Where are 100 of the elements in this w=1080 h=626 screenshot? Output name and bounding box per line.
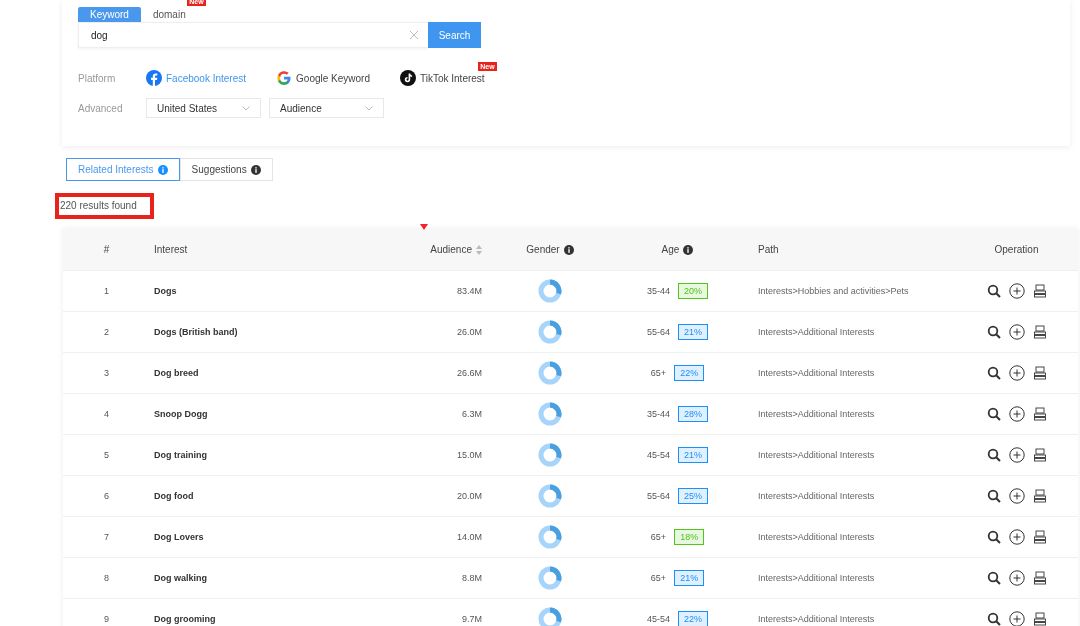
add-button[interactable] bbox=[1008, 283, 1025, 299]
age-range: 55-64 bbox=[646, 327, 670, 337]
search-button[interactable] bbox=[986, 448, 1001, 462]
ad-stack-icon bbox=[1032, 571, 1047, 585]
ad-preview-button[interactable] bbox=[1032, 284, 1047, 298]
search-icon bbox=[986, 284, 1001, 298]
search-field[interactable]: dog bbox=[78, 22, 428, 48]
gender-donut-icon bbox=[538, 402, 562, 426]
plus-circle-icon bbox=[1008, 406, 1025, 422]
age-range: 55-64 bbox=[646, 491, 670, 501]
result-tab[interactable]: Suggestions bbox=[179, 158, 273, 181]
add-button[interactable] bbox=[1008, 324, 1025, 340]
column-header: # bbox=[103, 244, 110, 255]
plus-circle-icon bbox=[1008, 488, 1025, 504]
ad-preview-button[interactable] bbox=[1032, 448, 1047, 462]
plus-circle-icon bbox=[1008, 570, 1025, 586]
dropdown[interactable]: United States bbox=[146, 98, 261, 118]
field-label: Advanced bbox=[78, 102, 124, 114]
add-button[interactable] bbox=[1008, 365, 1025, 381]
row-number: 5 bbox=[104, 450, 109, 460]
age-range: 45-54 bbox=[646, 614, 670, 624]
ad-stack-icon bbox=[1032, 407, 1047, 421]
interest-name: Dog grooming bbox=[154, 614, 216, 624]
search-button[interactable] bbox=[986, 366, 1001, 380]
column-header: Operation bbox=[994, 244, 1039, 255]
search-button[interactable] bbox=[986, 407, 1001, 421]
ad-preview-button[interactable] bbox=[1032, 612, 1047, 626]
ad-preview-button[interactable] bbox=[1032, 366, 1047, 380]
plus-circle-icon bbox=[1008, 324, 1025, 340]
dropdown[interactable]: Audience bbox=[269, 98, 384, 118]
search-icon bbox=[986, 571, 1001, 585]
search-button[interactable] bbox=[986, 612, 1001, 626]
audience-value: 15.0M bbox=[457, 450, 482, 460]
search-icon bbox=[986, 366, 1001, 380]
column-header: Age bbox=[661, 244, 680, 255]
search-button[interactable] bbox=[986, 571, 1001, 585]
add-button[interactable] bbox=[1008, 611, 1025, 626]
row-number: 8 bbox=[104, 573, 109, 583]
age-share-tag: 21% bbox=[678, 324, 708, 340]
search-button[interactable] bbox=[986, 325, 1001, 339]
chevron-down-icon bbox=[365, 105, 373, 111]
interest-path: Interests>Additional Interests bbox=[758, 327, 875, 337]
audience-value: 20.0M bbox=[457, 491, 482, 501]
add-button[interactable] bbox=[1008, 570, 1025, 586]
ad-stack-icon bbox=[1032, 325, 1047, 339]
interest-name: Dogs (British band) bbox=[154, 327, 238, 337]
age-share-tag: 21% bbox=[678, 447, 708, 463]
plus-circle-icon bbox=[1008, 365, 1025, 381]
ad-preview-button[interactable] bbox=[1032, 325, 1047, 339]
age-share-tag: 18% bbox=[674, 529, 705, 545]
search-button[interactable] bbox=[986, 489, 1001, 503]
ad-stack-icon bbox=[1032, 530, 1047, 544]
search-button[interactable] bbox=[986, 284, 1001, 298]
add-button[interactable] bbox=[1008, 529, 1025, 545]
ad-stack-icon bbox=[1032, 366, 1047, 380]
ad-preview-button[interactable] bbox=[1032, 407, 1047, 421]
add-button[interactable] bbox=[1008, 488, 1025, 504]
interest-path: Interests>Additional Interests bbox=[758, 614, 875, 624]
age-range: 35-44 bbox=[646, 409, 670, 419]
interest-name: Snoop Dogg bbox=[154, 409, 208, 419]
row-number: 3 bbox=[104, 368, 109, 378]
search-icon bbox=[986, 612, 1001, 626]
search-icon bbox=[986, 407, 1001, 421]
plus-circle-icon bbox=[1008, 283, 1025, 299]
audience-value: 14.0M bbox=[457, 532, 482, 542]
interest-name: Dog training bbox=[154, 450, 207, 460]
add-button[interactable] bbox=[1008, 406, 1025, 422]
search-icon bbox=[986, 489, 1001, 503]
facebook-logo-icon bbox=[146, 70, 162, 86]
age-range: 65+ bbox=[650, 573, 667, 583]
row-number: 4 bbox=[104, 409, 109, 419]
info-icon bbox=[683, 244, 694, 255]
sort-icon bbox=[476, 244, 482, 255]
platform-option[interactable]: TikTok Interest bbox=[400, 70, 485, 86]
clear-icon bbox=[410, 31, 418, 39]
row-number: 7 bbox=[104, 532, 109, 542]
platform-option[interactable]: Google Keyword bbox=[276, 70, 370, 86]
add-button[interactable] bbox=[1008, 447, 1025, 463]
interest-name: Dog food bbox=[154, 491, 194, 501]
ad-preview-button[interactable] bbox=[1032, 530, 1047, 544]
gender-donut-icon bbox=[538, 443, 562, 467]
interest-path: Interests>Hobbies and activities>Pets bbox=[758, 286, 909, 296]
gender-donut-icon bbox=[538, 525, 562, 549]
search-tab[interactable]: domain bbox=[140, 7, 198, 22]
ad-preview-button[interactable] bbox=[1032, 571, 1047, 585]
tiktok-logo-icon bbox=[400, 70, 416, 86]
ad-preview-button[interactable] bbox=[1032, 489, 1047, 503]
interest-name: Dog breed bbox=[154, 368, 199, 378]
ad-stack-icon bbox=[1032, 489, 1047, 503]
age-share-tag: 22% bbox=[678, 611, 708, 626]
search-icon bbox=[986, 325, 1001, 339]
search-button[interactable] bbox=[986, 530, 1001, 544]
gender-donut-icon bbox=[538, 279, 562, 303]
gender-donut-icon bbox=[538, 361, 562, 385]
row-number: 6 bbox=[104, 491, 109, 501]
column-header[interactable]: Audience bbox=[430, 244, 472, 255]
gender-donut-icon bbox=[538, 484, 562, 508]
results-count: 220 results found bbox=[55, 193, 154, 219]
age-share-tag: 25% bbox=[678, 488, 708, 504]
ad-stack-icon bbox=[1032, 612, 1047, 626]
